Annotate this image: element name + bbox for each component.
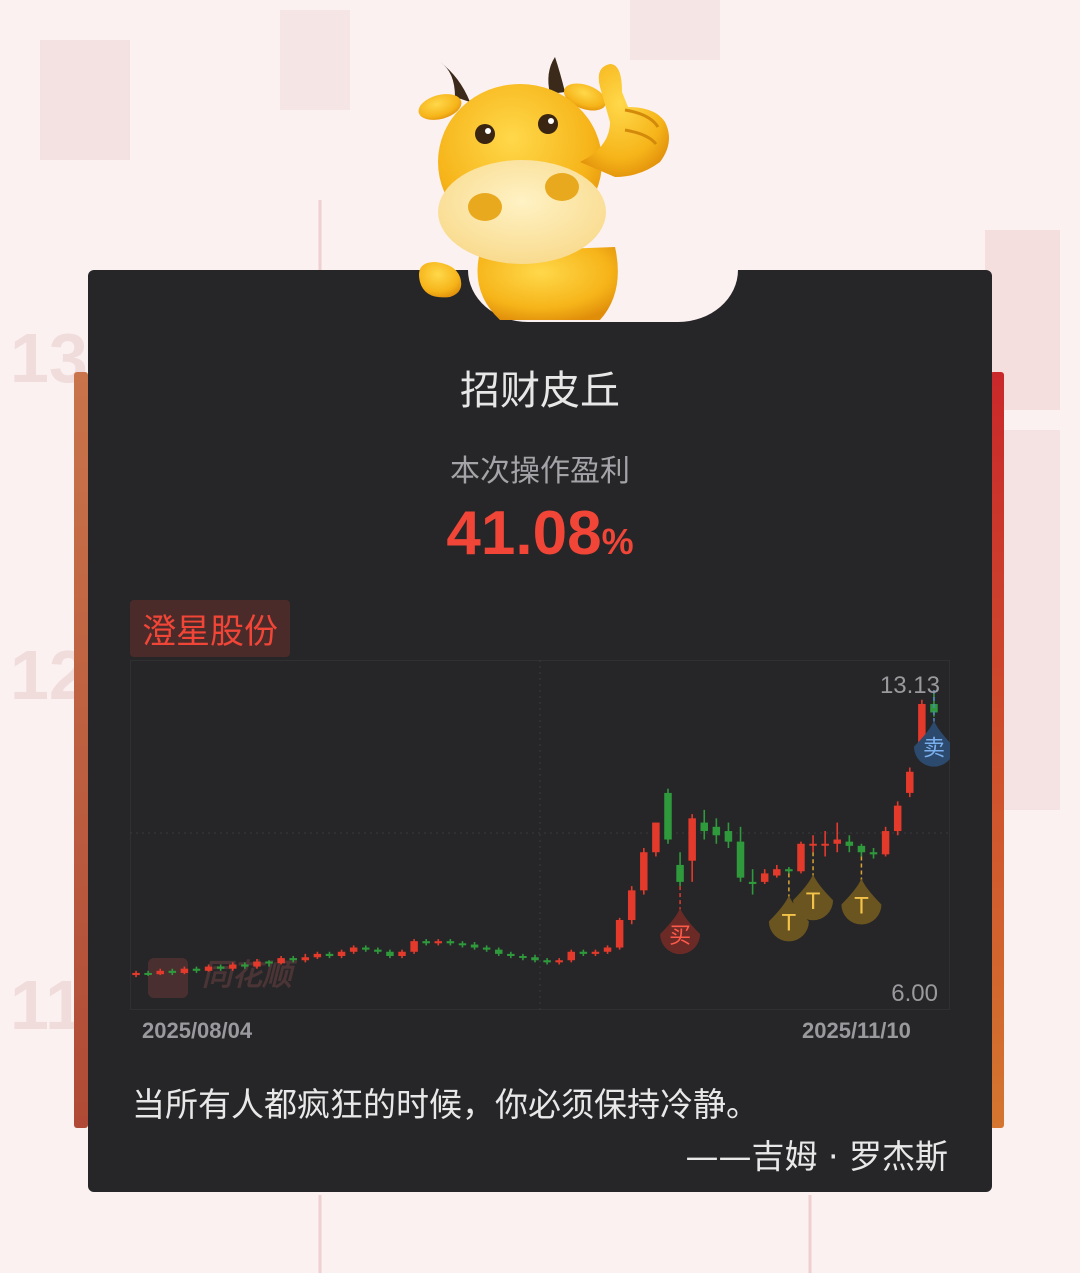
profit-value: 41.08% [0, 498, 1080, 569]
candle-body [773, 869, 781, 876]
candle-body [156, 970, 164, 975]
candle-body [410, 941, 418, 952]
candle-body [507, 953, 515, 956]
marker-label: 买 [669, 924, 691, 949]
marker-label: T [805, 890, 820, 915]
watermark-logo-icon [148, 958, 188, 998]
candle-body [458, 943, 467, 946]
candle-body [736, 841, 745, 878]
candle-body [519, 955, 527, 958]
candle-body [313, 953, 322, 958]
quote-author: ——吉姆 · 罗杰斯 [685, 1137, 948, 1176]
candle-body [482, 947, 491, 950]
candle-body [446, 941, 455, 944]
candle-body [809, 843, 817, 846]
candlestick-chart: 同花顺买TT T卖 [130, 660, 950, 1010]
profit-caption: 本次操作盈利 [450, 454, 630, 489]
candle-body [301, 957, 310, 961]
candle-body [591, 951, 600, 954]
marker-label: 卖 [923, 737, 945, 762]
profit-unit: % [601, 521, 634, 562]
quote-text: 当所有人都疯狂的时候，你必须保持冷静。 [132, 1085, 759, 1124]
candle-body [676, 864, 684, 882]
candle-body [216, 966, 225, 969]
candle-body [204, 966, 213, 971]
candle-body [144, 972, 152, 975]
candle-body [869, 852, 878, 855]
candle-body [337, 951, 346, 956]
candle-body [603, 947, 612, 952]
candle-body [265, 961, 273, 964]
candle-body [748, 881, 757, 884]
candle-body [229, 964, 237, 969]
candle-body [253, 961, 261, 967]
candle-body [688, 818, 696, 861]
candle-body [132, 972, 140, 976]
candle-body [494, 949, 503, 954]
candle-body [627, 890, 636, 920]
candle-body [857, 845, 866, 853]
watermark-text: 同花顺 [202, 958, 298, 993]
candle-body [349, 947, 358, 952]
candle-body [712, 826, 721, 836]
candle-body [700, 822, 709, 832]
candle-body [422, 941, 430, 944]
candle-body [386, 951, 394, 956]
candle-body [555, 960, 563, 963]
candle-body [241, 964, 249, 967]
cow-mascot-icon [418, 57, 669, 320]
x-start-date: 2025/08/04 [142, 1018, 253, 1043]
candle-body [845, 841, 854, 846]
candle-body [531, 957, 539, 961]
candle-body [760, 873, 769, 882]
bg-number: 11 [10, 966, 84, 1044]
stock-name-tag: 澄星股份 [130, 600, 290, 657]
candle-body [277, 958, 285, 964]
candle-body [289, 958, 297, 961]
profit-number: 41.08 [446, 499, 602, 568]
candle-body [893, 805, 902, 832]
candle-body [567, 951, 576, 961]
candle-body [785, 869, 793, 872]
candle-body [374, 949, 382, 952]
candle-body [724, 831, 733, 842]
candle-body [180, 968, 189, 973]
candle-body [906, 771, 914, 793]
candle-body [664, 792, 672, 840]
x-end-date: 2025/11/10 [802, 1018, 911, 1043]
candle-body [833, 839, 841, 844]
candle-body [543, 960, 551, 963]
candle-body [615, 919, 624, 948]
candle-body [361, 947, 370, 950]
candle-body [325, 953, 334, 956]
candle-body [652, 822, 660, 853]
candle-body [797, 843, 805, 872]
marker-label: T [854, 894, 869, 919]
candle-body [398, 951, 406, 956]
candle-body [434, 941, 443, 944]
marker-label: T [781, 911, 796, 936]
candle-body [579, 951, 588, 954]
y-max-label: 13.13 [879, 672, 940, 699]
candle-body [192, 968, 201, 971]
page-title: 招财皮丘 [460, 368, 620, 414]
candle-body [168, 970, 177, 973]
y-min-label: 6.00 [891, 980, 938, 1007]
candle-body [640, 852, 648, 891]
candle-body [470, 944, 479, 948]
candle-body [881, 831, 890, 855]
candle-body [821, 843, 829, 846]
